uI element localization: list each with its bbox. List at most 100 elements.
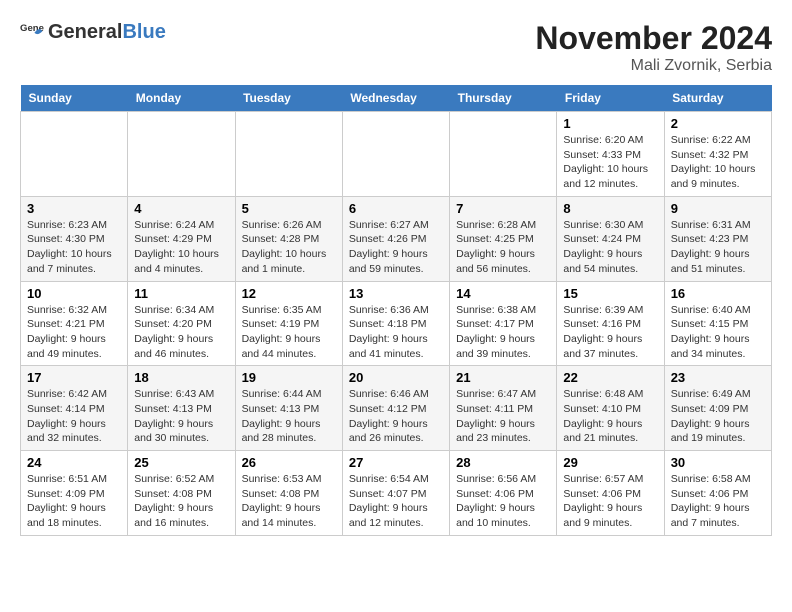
- day-info: Sunrise: 6:44 AM Sunset: 4:13 PM Dayligh…: [242, 387, 336, 446]
- day-info: Sunrise: 6:49 AM Sunset: 4:09 PM Dayligh…: [671, 387, 765, 446]
- day-info: Sunrise: 6:32 AM Sunset: 4:21 PM Dayligh…: [27, 303, 121, 362]
- day-number: 13: [349, 286, 443, 301]
- logo-general: General: [48, 21, 122, 44]
- weekday-header-row: SundayMondayTuesdayWednesdayThursdayFrid…: [21, 85, 772, 112]
- day-info: Sunrise: 6:54 AM Sunset: 4:07 PM Dayligh…: [349, 472, 443, 531]
- day-number: 16: [671, 286, 765, 301]
- day-number: 18: [134, 370, 228, 385]
- day-number: 14: [456, 286, 550, 301]
- day-info: Sunrise: 6:23 AM Sunset: 4:30 PM Dayligh…: [27, 218, 121, 277]
- location-title: Mali Zvornik, Serbia: [535, 57, 772, 75]
- day-info: Sunrise: 6:30 AM Sunset: 4:24 PM Dayligh…: [563, 218, 657, 277]
- calendar-cell: [235, 112, 342, 197]
- weekday-header-wednesday: Wednesday: [342, 85, 449, 112]
- calendar-cell: 5 Sunrise: 6:26 AM Sunset: 4:28 PM Daylig…: [235, 196, 342, 281]
- day-number: 9: [671, 201, 765, 216]
- calendar-cell: 7 Sunrise: 6:28 AM Sunset: 4:25 PM Daylig…: [450, 196, 557, 281]
- day-number: 28: [456, 455, 550, 470]
- day-info: Sunrise: 6:31 AM Sunset: 4:23 PM Dayligh…: [671, 218, 765, 277]
- day-info: Sunrise: 6:47 AM Sunset: 4:11 PM Dayligh…: [456, 387, 550, 446]
- day-number: 11: [134, 286, 228, 301]
- day-info: Sunrise: 6:36 AM Sunset: 4:18 PM Dayligh…: [349, 303, 443, 362]
- day-info: Sunrise: 6:35 AM Sunset: 4:19 PM Dayligh…: [242, 303, 336, 362]
- day-info: Sunrise: 6:27 AM Sunset: 4:26 PM Dayligh…: [349, 218, 443, 277]
- calendar-cell: 24 Sunrise: 6:51 AM Sunset: 4:09 PM Dayli…: [21, 451, 128, 536]
- calendar-table: SundayMondayTuesdayWednesdayThursdayFrid…: [20, 85, 772, 536]
- day-number: 5: [242, 201, 336, 216]
- logo-icon: General: [20, 20, 44, 44]
- calendar-week-row: 3 Sunrise: 6:23 AM Sunset: 4:30 PM Daylig…: [21, 196, 772, 281]
- calendar-cell: 10 Sunrise: 6:32 AM Sunset: 4:21 PM Dayli…: [21, 281, 128, 366]
- calendar-cell: 14 Sunrise: 6:38 AM Sunset: 4:17 PM Dayli…: [450, 281, 557, 366]
- calendar-cell: 11Sunrise: 6:34 AM Sunset: 4:20 PM Dayli…: [128, 281, 235, 366]
- calendar-cell: 26Sunrise: 6:53 AM Sunset: 4:08 PM Dayli…: [235, 451, 342, 536]
- day-number: 8: [563, 201, 657, 216]
- day-info: Sunrise: 6:42 AM Sunset: 4:14 PM Dayligh…: [27, 387, 121, 446]
- day-number: 23: [671, 370, 765, 385]
- day-number: 6: [349, 201, 443, 216]
- header: General General Blue November 2024 Mali …: [20, 20, 772, 75]
- weekday-header-saturday: Saturday: [664, 85, 771, 112]
- calendar-cell: [342, 112, 449, 197]
- weekday-header-sunday: Sunday: [21, 85, 128, 112]
- calendar-cell: 16 Sunrise: 6:40 AM Sunset: 4:15 PM Dayli…: [664, 281, 771, 366]
- day-info: Sunrise: 6:28 AM Sunset: 4:25 PM Dayligh…: [456, 218, 550, 277]
- weekday-header-tuesday: Tuesday: [235, 85, 342, 112]
- day-number: 3: [27, 201, 121, 216]
- calendar-cell: [128, 112, 235, 197]
- calendar-cell: 6 Sunrise: 6:27 AM Sunset: 4:26 PM Daylig…: [342, 196, 449, 281]
- calendar-header: SundayMondayTuesdayWednesdayThursdayFrid…: [21, 85, 772, 112]
- calendar-cell: 30 Sunrise: 6:58 AM Sunset: 4:06 PM Dayli…: [664, 451, 771, 536]
- calendar-cell: 9 Sunrise: 6:31 AM Sunset: 4:23 PM Daylig…: [664, 196, 771, 281]
- calendar-cell: 12Sunrise: 6:35 AM Sunset: 4:19 PM Dayli…: [235, 281, 342, 366]
- day-info: Sunrise: 6:43 AM Sunset: 4:13 PM Dayligh…: [134, 387, 228, 446]
- day-number: 19: [242, 370, 336, 385]
- weekday-header-friday: Friday: [557, 85, 664, 112]
- calendar-cell: 27Sunrise: 6:54 AM Sunset: 4:07 PM Dayli…: [342, 451, 449, 536]
- day-info: Sunrise: 6:56 AM Sunset: 4:06 PM Dayligh…: [456, 472, 550, 531]
- day-info: Sunrise: 6:40 AM Sunset: 4:15 PM Dayligh…: [671, 303, 765, 362]
- day-number: 1: [563, 116, 657, 131]
- day-info: Sunrise: 6:58 AM Sunset: 4:06 PM Dayligh…: [671, 472, 765, 531]
- day-number: 17: [27, 370, 121, 385]
- calendar-week-row: 17 Sunrise: 6:42 AM Sunset: 4:14 PM Dayli…: [21, 366, 772, 451]
- calendar-cell: 3 Sunrise: 6:23 AM Sunset: 4:30 PM Daylig…: [21, 196, 128, 281]
- day-number: 10: [27, 286, 121, 301]
- day-info: Sunrise: 6:48 AM Sunset: 4:10 PM Dayligh…: [563, 387, 657, 446]
- day-info: Sunrise: 6:53 AM Sunset: 4:08 PM Dayligh…: [242, 472, 336, 531]
- day-number: 20: [349, 370, 443, 385]
- calendar-cell: [21, 112, 128, 197]
- calendar-cell: 22 Sunrise: 6:48 AM Sunset: 4:10 PM Dayli…: [557, 366, 664, 451]
- day-number: 30: [671, 455, 765, 470]
- day-info: Sunrise: 6:26 AM Sunset: 4:28 PM Dayligh…: [242, 218, 336, 277]
- day-info: Sunrise: 6:22 AM Sunset: 4:32 PM Dayligh…: [671, 133, 765, 192]
- calendar-cell: 15Sunrise: 6:39 AM Sunset: 4:16 PM Dayli…: [557, 281, 664, 366]
- calendar-cell: 20 Sunrise: 6:46 AM Sunset: 4:12 PM Dayli…: [342, 366, 449, 451]
- calendar-cell: [450, 112, 557, 197]
- day-info: Sunrise: 6:38 AM Sunset: 4:17 PM Dayligh…: [456, 303, 550, 362]
- calendar-cell: 2 Sunrise: 6:22 AM Sunset: 4:32 PM Daylig…: [664, 112, 771, 197]
- day-info: Sunrise: 6:52 AM Sunset: 4:08 PM Dayligh…: [134, 472, 228, 531]
- day-number: 25: [134, 455, 228, 470]
- day-number: 22: [563, 370, 657, 385]
- logo: General General Blue: [20, 20, 166, 44]
- day-info: Sunrise: 6:46 AM Sunset: 4:12 PM Dayligh…: [349, 387, 443, 446]
- calendar-week-row: 24 Sunrise: 6:51 AM Sunset: 4:09 PM Dayli…: [21, 451, 772, 536]
- day-number: 7: [456, 201, 550, 216]
- day-number: 21: [456, 370, 550, 385]
- weekday-header-monday: Monday: [128, 85, 235, 112]
- day-number: 29: [563, 455, 657, 470]
- day-info: Sunrise: 6:51 AM Sunset: 4:09 PM Dayligh…: [27, 472, 121, 531]
- day-number: 2: [671, 116, 765, 131]
- logo-blue: Blue: [122, 21, 165, 44]
- calendar-cell: 18 Sunrise: 6:43 AM Sunset: 4:13 PM Dayli…: [128, 366, 235, 451]
- calendar-cell: 28 Sunrise: 6:56 AM Sunset: 4:06 PM Dayli…: [450, 451, 557, 536]
- day-info: Sunrise: 6:20 AM Sunset: 4:33 PM Dayligh…: [563, 133, 657, 192]
- title-area: November 2024 Mali Zvornik, Serbia: [535, 20, 772, 75]
- day-number: 15: [563, 286, 657, 301]
- calendar-cell: 1 Sunrise: 6:20 AM Sunset: 4:33 PM Daylig…: [557, 112, 664, 197]
- month-title: November 2024: [535, 20, 772, 57]
- day-number: 24: [27, 455, 121, 470]
- day-number: 4: [134, 201, 228, 216]
- calendar-cell: 23 Sunrise: 6:49 AM Sunset: 4:09 PM Dayli…: [664, 366, 771, 451]
